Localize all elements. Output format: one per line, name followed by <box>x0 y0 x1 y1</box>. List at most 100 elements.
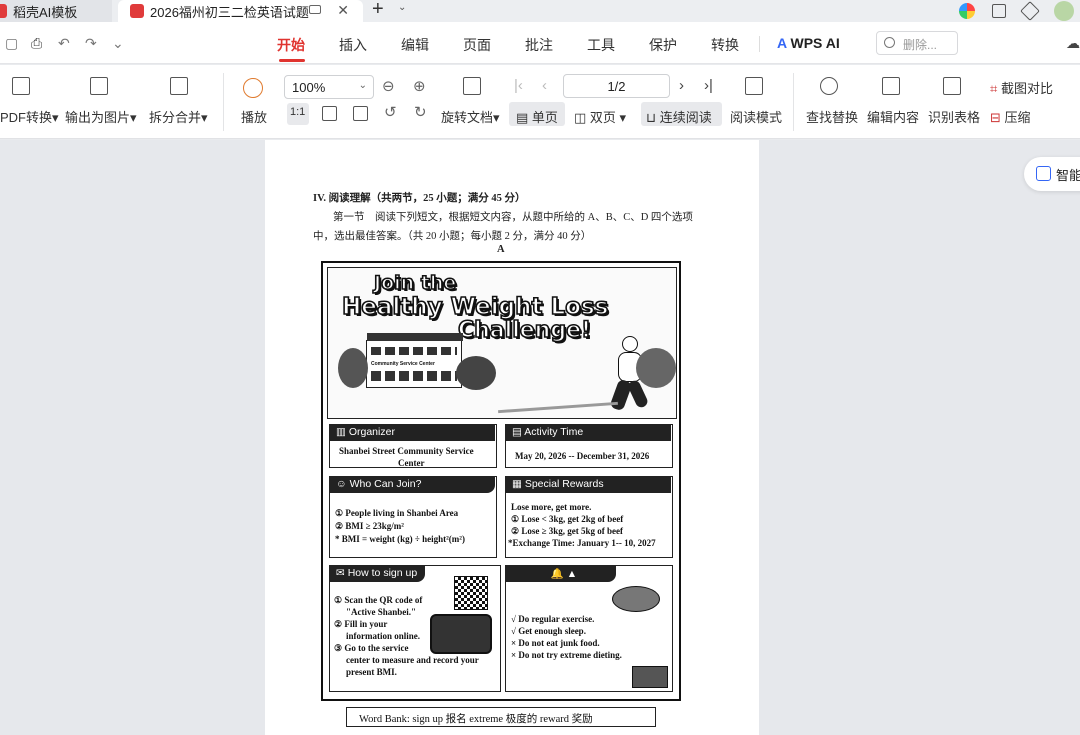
screenshot-compare-label: 截图对比 <box>1000 81 1053 96</box>
play-icon <box>243 78 263 98</box>
chevron-down-icon[interactable]: ⌄ <box>398 2 406 13</box>
tips-line-1: √ Do regular exercise. <box>511 614 595 624</box>
rotate-right-icon[interactable]: ↻ <box>414 103 427 121</box>
split-merge-icon <box>170 77 188 95</box>
calendar-icon: ▤ <box>512 426 525 438</box>
screenshot-compare-button[interactable]: ⌗ 截图对比 <box>990 78 1053 97</box>
menu-convert[interactable]: 转换 <box>711 35 739 55</box>
avatar[interactable] <box>1054 1 1074 21</box>
building-illustration: Community Service Center <box>366 333 463 388</box>
next-page-icon[interactable]: › <box>679 77 684 94</box>
edit-content-icon <box>882 77 900 95</box>
window-icon[interactable] <box>992 4 1006 18</box>
menu-insert[interactable]: 插入 <box>339 35 367 55</box>
zoom-out-icon[interactable]: ⊖ <box>382 77 395 95</box>
cloud-upload-icon[interactable]: ☁ <box>1066 35 1080 52</box>
tab-docer-templates[interactable]: 稻壳AI模板 <box>0 0 112 22</box>
divider <box>759 36 760 52</box>
double-page-button[interactable]: ◫ 双页 ▾ <box>574 107 626 126</box>
tips-header: 🔔 ▲ <box>506 566 616 582</box>
ai-assistant-pill[interactable]: 智能 <box>1024 157 1080 191</box>
active-tab-indicator <box>279 59 305 62</box>
reading-mode-button[interactable]: 阅读模式 <box>730 107 782 126</box>
redo-icon[interactable]: ↷ <box>85 35 97 52</box>
rotate-doc-button[interactable]: 旋转文档▾ <box>441 107 500 126</box>
envelope-icon: ✉ <box>336 567 348 579</box>
tips-box: 🔔 ▲ √ Do regular exercise. √ Get enough … <box>505 565 673 692</box>
signup-line-4: information online. <box>346 631 421 641</box>
who-line-2: ② BMI ≥ 23kg/m² <box>335 521 404 531</box>
rotate-left-icon[interactable]: ↺ <box>384 103 397 121</box>
zoom-in-icon[interactable]: ⊕ <box>413 77 426 95</box>
first-page-icon[interactable]: |‹ <box>514 77 523 94</box>
fit-page-icon[interactable] <box>322 106 337 121</box>
image-icon <box>90 77 108 95</box>
section-heading: IV. 阅读理解（共两节，25 小题；满分 45 分） <box>313 193 526 204</box>
building-sign: Community Service Center <box>371 361 435 367</box>
export-image-button[interactable]: 输出为图片▾ <box>65 107 137 126</box>
pdf-convert-icon <box>12 77 30 95</box>
menu-protect[interactable]: 保护 <box>649 35 677 55</box>
menu-annotate[interactable]: 批注 <box>525 35 553 55</box>
split-merge-label: 拆分合并 <box>149 110 202 125</box>
poster-title-3: Challenge! <box>457 317 592 344</box>
play-button[interactable]: 播放 <box>241 107 267 126</box>
smile-icon: ☺ <box>336 478 350 490</box>
signup-line-5: ③ Go to the service <box>334 643 409 653</box>
signup-line-7: present BMI. <box>346 667 397 677</box>
page-indicator: 1/2 <box>607 79 626 94</box>
close-icon[interactable]: ✕ <box>337 2 349 19</box>
assistant-icon[interactable] <box>959 3 975 19</box>
rewards-line-1: Lose more, get more. <box>511 502 592 512</box>
prev-page-icon[interactable]: ‹ <box>542 77 547 94</box>
poster-title-2: Healthy Weight Loss <box>341 293 609 321</box>
who-can-join-title: Who Can Join? <box>349 478 422 490</box>
table-recognize-icon <box>943 77 961 95</box>
print-icon[interactable]: ⎙ <box>31 35 42 52</box>
path-illustration <box>498 401 618 414</box>
zoom-select[interactable]: 100% ⌄ <box>284 75 374 99</box>
signup-line-2: "Active Shanbei." <box>346 607 416 617</box>
monitor-icon[interactable] <box>309 5 321 14</box>
single-page-label: ▤ 单页 <box>516 110 558 125</box>
export-image-label: 输出为图片 <box>65 110 131 125</box>
tree-illustration <box>456 356 496 390</box>
find-replace-button[interactable]: 查找替换 <box>806 107 858 126</box>
menu-page[interactable]: 页面 <box>463 35 491 55</box>
single-page-text: 单页 <box>531 110 558 125</box>
recognize-table-button[interactable]: 识别表格 <box>928 107 980 126</box>
wps-ai-button[interactable]: A WPS AI <box>777 35 840 51</box>
instruction-line-2: 中，选出最佳答案。（共 20 小题；每小题 2 分，满分 40 分） <box>313 231 592 242</box>
search-icon <box>884 37 895 48</box>
gift-grid-icon: ▦ <box>512 478 525 490</box>
chevron-down-icon: ⌄ <box>358 80 367 91</box>
book-icon <box>745 77 763 95</box>
undo-icon[interactable]: ↶ <box>58 35 70 52</box>
menu-tools[interactable]: 工具 <box>587 35 615 55</box>
tips-line-3: × Do not eat junk food. <box>511 638 600 648</box>
food-plate-icon <box>612 586 660 612</box>
menu-home[interactable]: 开始 <box>277 35 305 55</box>
activity-time-header: ▤ Activity Time <box>506 425 671 441</box>
cube-icon[interactable] <box>1020 1 1040 21</box>
new-tab-button[interactable]: + <box>372 0 384 21</box>
edit-content-button[interactable]: 编辑内容 <box>867 107 919 126</box>
find-icon <box>820 77 838 95</box>
split-merge-button[interactable]: 拆分合并▾ <box>149 107 208 126</box>
chevron-down-icon[interactable]: ⌄ <box>112 35 124 52</box>
pdf-convert-button[interactable]: PDF转换▾ <box>0 107 59 126</box>
menu-edit[interactable]: 编辑 <box>401 35 429 55</box>
search-input[interactable]: 删除... <box>876 31 958 55</box>
poster-title-1: Join the <box>373 271 457 295</box>
compress-label: 压缩 <box>1004 110 1031 125</box>
fit-width-icon[interactable] <box>353 106 368 121</box>
scale-icon <box>430 614 492 654</box>
tab-active-document[interactable]: 2026福州初三二检英语试题 ✕ <box>118 0 363 22</box>
last-page-icon[interactable]: ›| <box>704 77 713 94</box>
page-number-input[interactable]: 1/2 <box>563 74 670 98</box>
compress-button[interactable]: ⊟ 压缩 <box>990 107 1031 126</box>
special-rewards-box: ▦ Special Rewards Lose more, get more. ①… <box>505 476 673 558</box>
save-icon[interactable]: ▢ <box>5 35 18 52</box>
ai-assistant-icon <box>1036 166 1051 181</box>
actual-size-icon: 1:1 <box>290 106 306 118</box>
